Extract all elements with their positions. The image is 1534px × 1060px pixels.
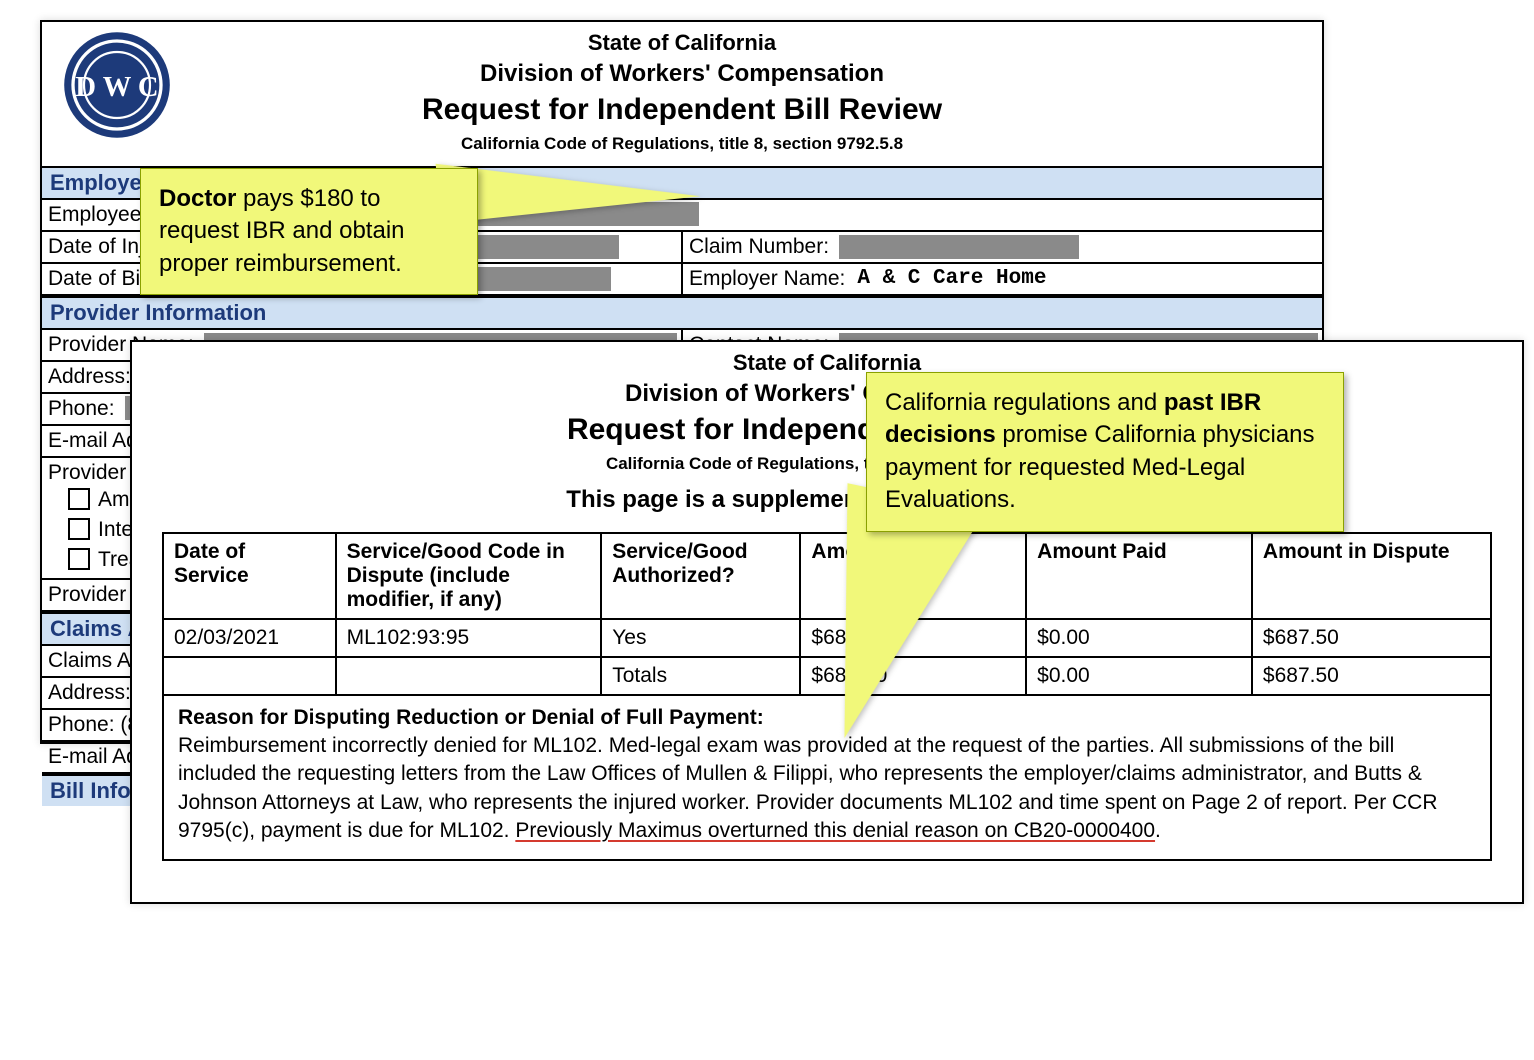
- label-employer-name: Employer Name:: [683, 265, 851, 293]
- label-address: Address:: [42, 362, 137, 392]
- cell-totals-paid: $0.00: [1026, 657, 1252, 695]
- value-employer-name: A & C Care Home: [851, 265, 1052, 292]
- form-header: State of California Division of Workers'…: [42, 22, 1322, 156]
- cell-auth: Yes: [601, 619, 800, 657]
- label-phone: Phone:: [42, 394, 121, 424]
- cell-paid: $0.00: [1026, 619, 1252, 657]
- redaction: [839, 235, 1078, 259]
- header-state: State of California: [42, 28, 1322, 58]
- cell-totals-dispute: $687.50: [1252, 657, 1491, 695]
- callout-regulations: California regulations and past IBR deci…: [866, 372, 1344, 532]
- th-paid: Amount Paid: [1026, 533, 1252, 619]
- checkbox-icon[interactable]: [68, 518, 90, 540]
- reason-title: Reason for Disputing Reduction or Denial…: [178, 706, 764, 729]
- reason-body-post: .: [1155, 819, 1161, 842]
- header-division: Division of Workers' Compensation: [42, 58, 1322, 90]
- cell-dispute: $687.50: [1252, 619, 1491, 657]
- th-dos: Date of Service: [163, 533, 336, 619]
- dwc-logo: D W C: [62, 30, 172, 140]
- th-code: Service/Good Code in Dispute (include mo…: [336, 533, 602, 619]
- label-address: Address:: [42, 678, 137, 708]
- svg-text:D W C: D W C: [75, 72, 158, 103]
- callout2-pre: California regulations and: [885, 389, 1164, 416]
- th-dispute: Amount in Dispute: [1252, 533, 1491, 619]
- checkbox-icon[interactable]: [68, 548, 90, 570]
- callout1-bold: Doctor: [159, 185, 236, 212]
- cell-totals-label: Totals: [601, 657, 800, 695]
- checkbox-icon[interactable]: [68, 488, 90, 510]
- header-title: Request for Independent Bill Review: [42, 90, 1322, 131]
- callout-doctor-pays: Doctor pays $180 to request IBR and obta…: [140, 168, 478, 295]
- cell-dos: 02/03/2021: [163, 619, 336, 657]
- cell-code: ML102:93:95: [336, 619, 602, 657]
- reason-body-underlined: Previously Maximus overturned this denia…: [515, 819, 1155, 842]
- section-provider: Provider Information: [42, 296, 1322, 330]
- th-auth: Service/Good Authorized?: [601, 533, 800, 619]
- label-claim-number: Claim Number:: [683, 233, 835, 261]
